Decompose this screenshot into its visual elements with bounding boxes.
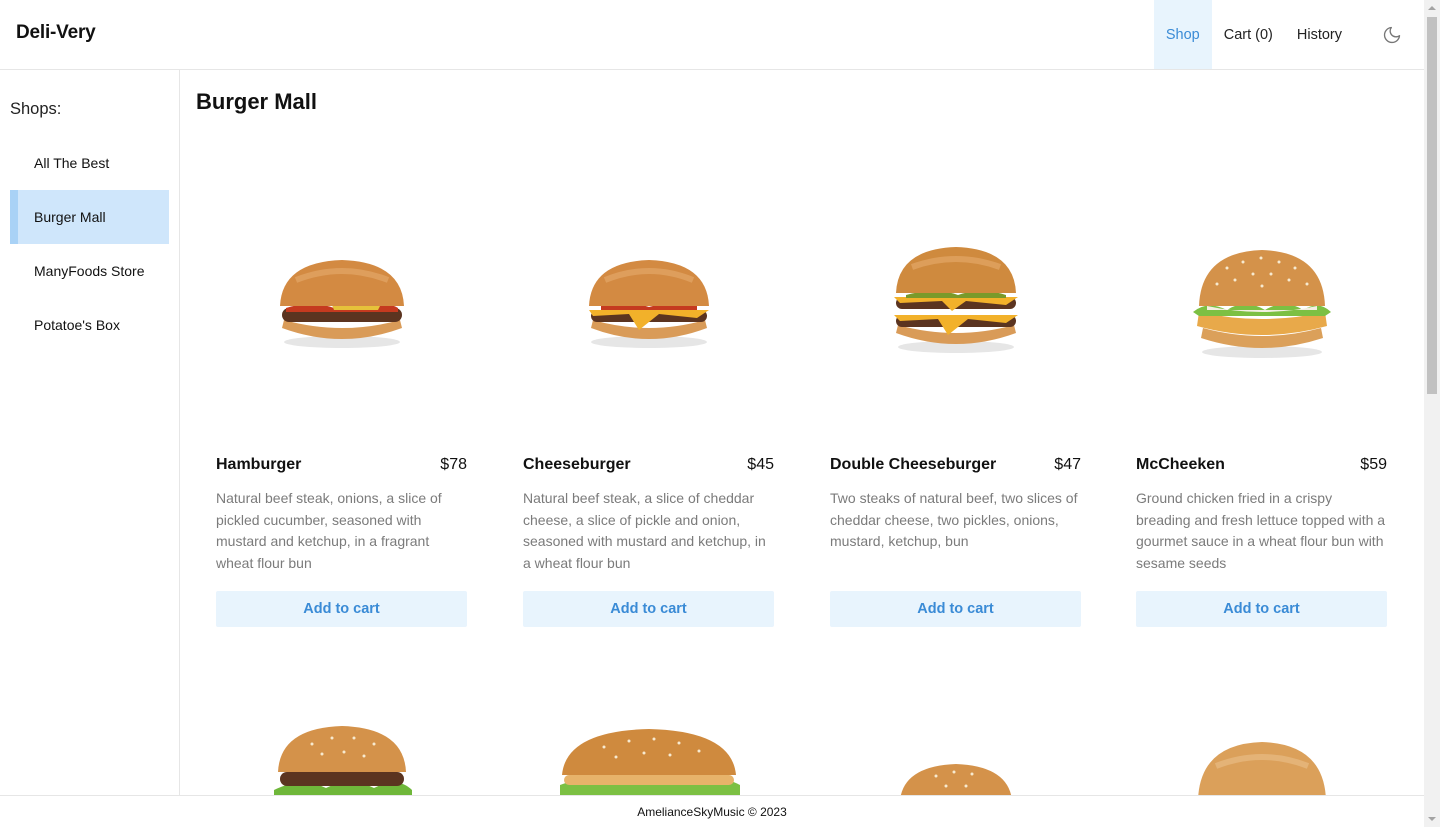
add-to-cart-button[interactable]: Add to cart: [216, 591, 467, 627]
add-to-cart-button[interactable]: Add to cart: [1136, 591, 1387, 627]
add-to-cart-button[interactable]: Add to cart: [523, 591, 774, 627]
product-image-chicken-burger: [1136, 150, 1387, 450]
product-name: Hamburger: [216, 456, 302, 473]
product-description: Natural beef steak, onions, a slice of p…: [216, 490, 442, 572]
shop-item-potatoes-box[interactable]: Potatoe's Box: [10, 298, 169, 352]
product-image-cheeseburger: [523, 150, 774, 450]
vertical-scrollbar[interactable]: [1424, 0, 1440, 827]
scroll-up-arrow-icon[interactable]: [1424, 0, 1440, 16]
product-name: Cheeseburger: [523, 456, 631, 473]
product-header: Double Cheeseburger $47: [830, 456, 1081, 474]
page-footer: AmelianceSkyMusic © 2023: [0, 795, 1424, 827]
main-content: Burger Mall Hamburger $78 Natural beef s…: [180, 70, 1424, 795]
product-image-hamburger: [216, 150, 467, 450]
top-nav: Shop Cart (0) History: [1153, 0, 1424, 69]
product-image-burger-row2-4: [1136, 742, 1387, 795]
shop-item-burger-mall[interactable]: Burger Mall: [10, 190, 169, 244]
scroll-down-arrow-icon[interactable]: [1424, 811, 1440, 827]
product-description: Ground chicken fried in a crispy breadin…: [1136, 490, 1386, 572]
product-price: $45: [747, 456, 774, 473]
footer-copyright: AmelianceSkyMusic © 2023: [637, 805, 787, 819]
product-name: Double Cheeseburger: [830, 456, 997, 473]
product-price: $78: [440, 456, 467, 473]
product-header: McCheeken $59: [1136, 456, 1387, 474]
product-image-double-cheeseburger: [830, 150, 1081, 450]
product-header: Hamburger $78: [216, 456, 467, 474]
nav-history[interactable]: History: [1285, 0, 1354, 69]
app: Deli-Very Shop Cart (0) History Shops: A…: [0, 0, 1424, 827]
brand-logo[interactable]: Deli-Very: [16, 22, 96, 44]
shop-item-manyfoods-store[interactable]: ManyFoods Store: [10, 244, 169, 298]
scrollbar-thumb[interactable]: [1427, 17, 1437, 394]
theme-toggle-button[interactable]: [1360, 0, 1424, 69]
nav-cart[interactable]: Cart (0): [1212, 0, 1285, 69]
product-image-burger-row2-2: [523, 725, 774, 795]
product-name: McCheeken: [1136, 456, 1225, 473]
moon-icon: [1383, 26, 1401, 43]
shop-list: All The Best Burger Mall ManyFoods Store…: [10, 136, 169, 352]
sidebar-title: Shops:: [10, 100, 62, 118]
product-description: Two steaks of natural beef, two slices o…: [830, 490, 1078, 550]
nav-shop[interactable]: Shop: [1153, 0, 1212, 69]
product-price: $59: [1360, 456, 1387, 473]
product-image-burger-row2-1: [216, 720, 467, 795]
top-header: Deli-Very Shop Cart (0) History: [0, 0, 1424, 70]
shop-item-all-the-best[interactable]: All The Best: [10, 136, 169, 190]
add-to-cart-button[interactable]: Add to cart: [830, 591, 1081, 627]
shops-sidebar: Shops: All The Best Burger Mall ManyFood…: [0, 70, 180, 795]
page-title: Burger Mall: [196, 89, 318, 114]
product-description: Natural beef steak, a slice of cheddar c…: [523, 490, 766, 572]
product-image-burger-row2-3: [830, 764, 1081, 795]
product-header: Cheeseburger $45: [523, 456, 774, 474]
product-price: $47: [1054, 456, 1081, 473]
